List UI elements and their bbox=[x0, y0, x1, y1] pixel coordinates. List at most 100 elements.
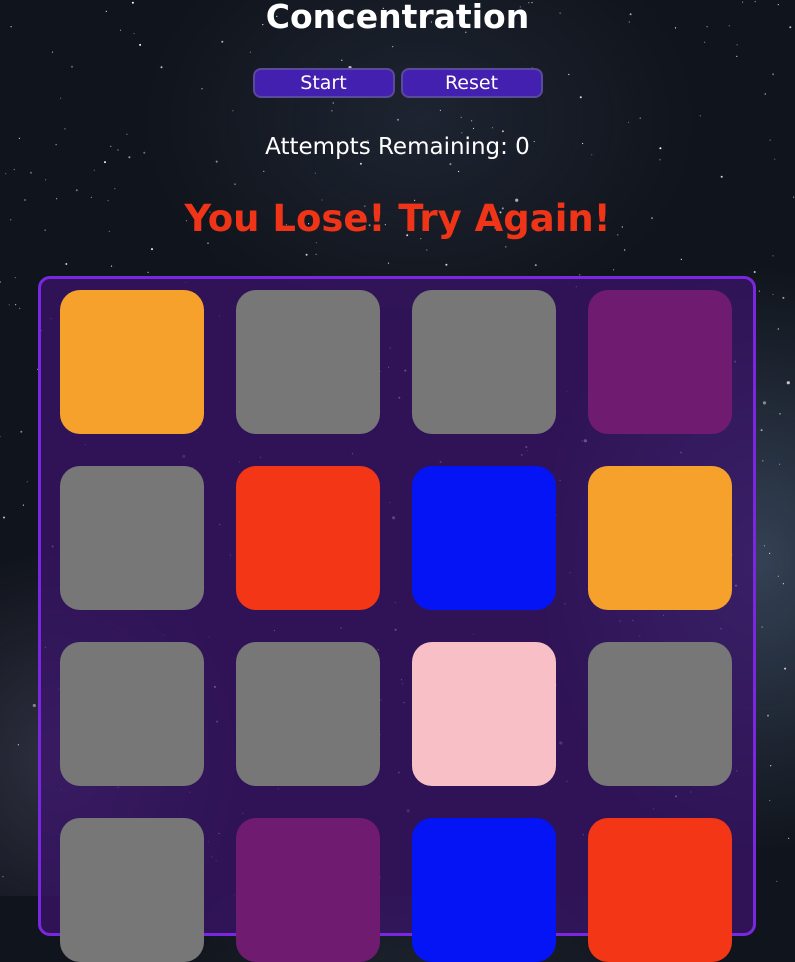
star-dot bbox=[772, 255, 774, 257]
star-dot bbox=[779, 463, 781, 465]
game-status-message: You Lose! Try Again! bbox=[184, 197, 611, 240]
star-dot bbox=[779, 413, 781, 415]
star-dot bbox=[20, 430, 23, 433]
card-revealed[interactable] bbox=[236, 818, 380, 962]
star-dot bbox=[314, 172, 316, 174]
star-dot bbox=[315, 253, 317, 255]
star-dot bbox=[3, 516, 5, 519]
star-dot bbox=[769, 799, 771, 802]
star-dot bbox=[51, 51, 54, 53]
star-dot bbox=[458, 170, 460, 173]
star-dot bbox=[769, 552, 771, 555]
star-dot bbox=[8, 304, 10, 306]
star-dot bbox=[770, 765, 772, 767]
star-dot bbox=[704, 41, 706, 43]
star-dot bbox=[17, 744, 19, 746]
star-dot bbox=[315, 242, 317, 244]
star-dot bbox=[627, 121, 630, 123]
star-dot bbox=[139, 43, 142, 46]
star-dot bbox=[772, 293, 774, 296]
star-dot bbox=[699, 115, 701, 117]
controls: Start Reset bbox=[0, 68, 795, 98]
star-dot bbox=[782, 583, 785, 585]
card-revealed[interactable] bbox=[60, 290, 204, 434]
card-grid bbox=[60, 290, 732, 962]
star-dot bbox=[680, 258, 682, 260]
star-dot bbox=[93, 169, 95, 171]
attempts-remaining: Attempts Remaining: 0 bbox=[265, 134, 530, 160]
star-dot bbox=[331, 110, 333, 112]
star-dot bbox=[0, 281, 1, 283]
star-dot bbox=[234, 183, 236, 185]
star-dot bbox=[341, 59, 343, 61]
star-dot bbox=[534, 264, 537, 267]
star-dot bbox=[397, 118, 399, 121]
card-revealed[interactable] bbox=[588, 466, 732, 610]
star-dot bbox=[15, 304, 17, 306]
star-dot bbox=[45, 179, 47, 181]
card-revealed[interactable] bbox=[588, 290, 732, 434]
star-dot bbox=[639, 117, 641, 119]
card-hidden[interactable] bbox=[588, 642, 732, 786]
star-dot bbox=[249, 51, 251, 53]
star-dot bbox=[221, 40, 224, 43]
star-dot bbox=[471, 120, 473, 122]
star-dot bbox=[784, 667, 787, 670]
card-revealed[interactable] bbox=[412, 466, 556, 610]
star-dot bbox=[782, 296, 785, 299]
star-dot bbox=[439, 109, 441, 111]
card-revealed[interactable] bbox=[412, 818, 556, 962]
star-dot bbox=[460, 116, 462, 118]
star-dot bbox=[0, 435, 1, 438]
star-dot bbox=[449, 163, 452, 166]
card-hidden[interactable] bbox=[60, 818, 204, 962]
star-dot bbox=[65, 263, 68, 265]
game-board bbox=[38, 276, 756, 962]
card-revealed[interactable] bbox=[588, 818, 732, 962]
star-dot bbox=[19, 307, 21, 309]
star-dot bbox=[761, 626, 763, 628]
star-dot bbox=[777, 575, 780, 577]
start-button[interactable]: Start bbox=[252, 68, 395, 98]
star-dot bbox=[736, 55, 738, 58]
star-dot bbox=[760, 429, 763, 432]
card-hidden[interactable] bbox=[412, 290, 556, 434]
card-hidden[interactable] bbox=[236, 290, 380, 434]
star-dot bbox=[22, 504, 24, 506]
star-dot bbox=[720, 175, 723, 178]
star-dot bbox=[2, 876, 4, 878]
star-dot bbox=[30, 171, 32, 174]
star-dot bbox=[777, 328, 779, 330]
star-dot bbox=[736, 44, 738, 46]
card-revealed[interactable] bbox=[412, 642, 556, 786]
star-dot bbox=[332, 102, 334, 104]
star-dot bbox=[110, 265, 113, 267]
star-dot bbox=[758, 290, 761, 292]
star-dot bbox=[762, 401, 767, 405]
card-hidden[interactable] bbox=[60, 466, 204, 610]
star-dot bbox=[232, 110, 234, 112]
star-dot bbox=[26, 481, 28, 483]
star-dot bbox=[762, 460, 764, 462]
star-dot bbox=[505, 246, 507, 248]
star-dot bbox=[767, 714, 769, 717]
star-dot bbox=[624, 249, 626, 251]
reset-button[interactable]: Reset bbox=[400, 68, 543, 98]
star-dot bbox=[14, 277, 16, 279]
card-hidden[interactable] bbox=[60, 642, 204, 786]
star-dot bbox=[64, 128, 66, 130]
star-dot bbox=[359, 162, 362, 165]
star-dot bbox=[753, 271, 756, 273]
star-dot bbox=[13, 168, 15, 171]
star-dot bbox=[392, 46, 394, 48]
star-dot bbox=[788, 837, 790, 840]
star-dot bbox=[151, 248, 153, 251]
card-revealed[interactable] bbox=[236, 466, 380, 610]
star-dot bbox=[263, 170, 265, 172]
star-dot bbox=[32, 703, 36, 708]
card-hidden[interactable] bbox=[236, 642, 380, 786]
star-dot bbox=[114, 188, 116, 190]
star-dot bbox=[207, 242, 209, 244]
star-dot bbox=[305, 253, 308, 256]
star-dot bbox=[776, 880, 778, 883]
